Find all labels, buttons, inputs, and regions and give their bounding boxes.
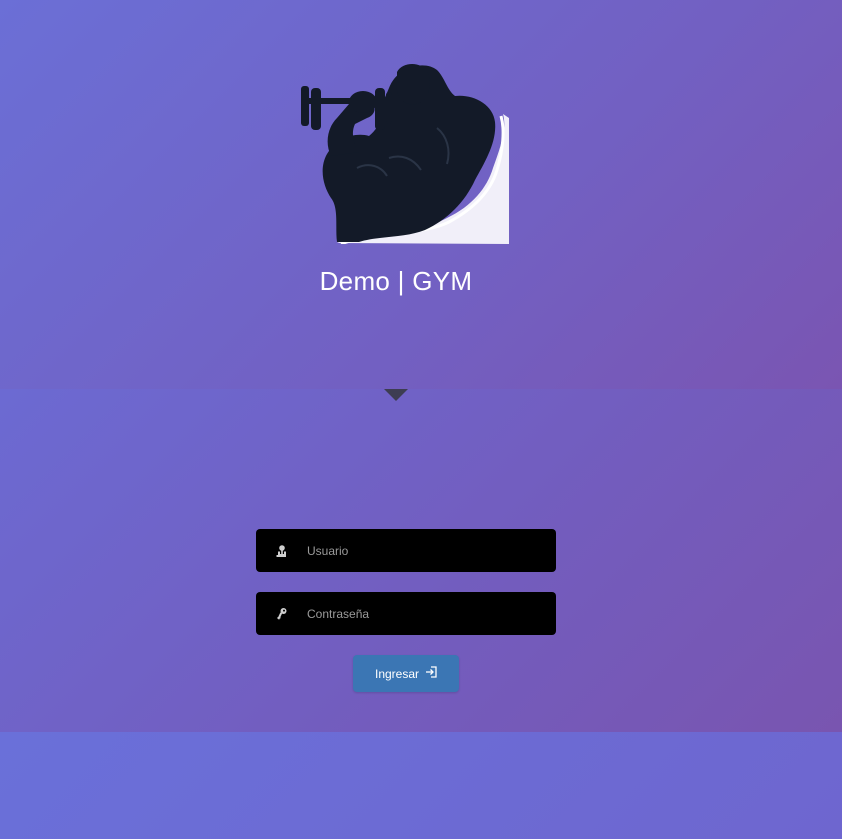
footer-band: [0, 732, 842, 839]
login-button-label: Ingresar: [374, 666, 420, 681]
sign-in-icon: [425, 666, 437, 681]
app-title: Demo | GYM: [319, 266, 473, 296]
login-button[interactable]: Ingresar: [353, 655, 459, 692]
username-field[interactable]: [256, 529, 556, 572]
username-input[interactable]: [307, 529, 556, 572]
section-pointer-arrow: [384, 389, 408, 401]
password-field[interactable]: [256, 592, 556, 635]
bodybuilder-dumbbell-icon: [301, 64, 509, 244]
key-icon: [256, 592, 307, 635]
user-icon: [256, 529, 307, 572]
password-input[interactable]: [307, 592, 556, 635]
